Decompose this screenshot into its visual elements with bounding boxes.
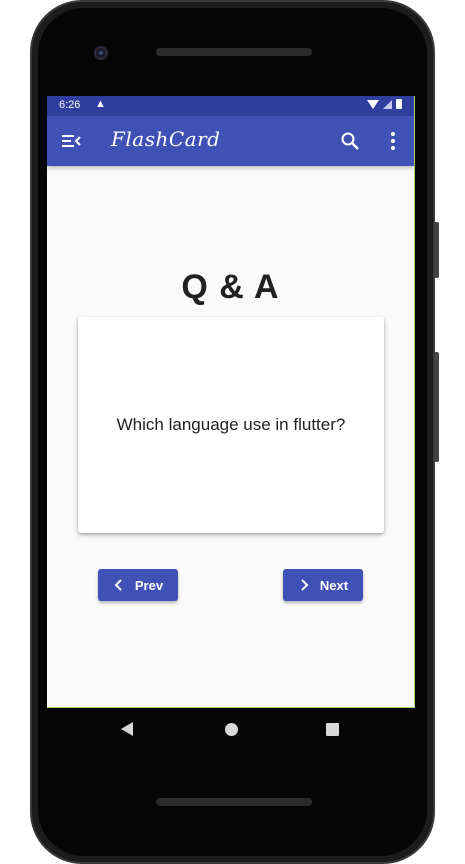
question-text: Which language use in flutter?	[116, 415, 346, 434]
app-bar: FlashCard	[47, 116, 414, 166]
volume-button	[434, 222, 439, 278]
chevron-left-icon	[114, 579, 122, 591]
menu-open-icon[interactable]	[61, 132, 81, 150]
status-bar: 6:26 ▲	[47, 96, 414, 116]
recents-square-icon[interactable]	[326, 723, 339, 736]
power-button	[434, 352, 439, 462]
warning-icon: ▲	[95, 98, 106, 110]
wifi-icon	[367, 99, 379, 109]
app-title: FlashCard	[111, 127, 221, 151]
top-speaker	[156, 48, 312, 56]
next-button[interactable]: Next	[283, 569, 363, 601]
battery-icon	[396, 99, 402, 109]
next-button-label: Next	[319, 577, 349, 593]
signal-icon	[383, 99, 392, 109]
search-icon[interactable]	[340, 131, 360, 151]
prev-button-label: Prev	[134, 577, 164, 593]
status-time: 6:26	[59, 99, 81, 111]
front-camera	[94, 46, 108, 60]
back-triangle-icon[interactable]	[121, 722, 133, 736]
prev-button[interactable]: Prev	[98, 569, 178, 601]
system-nav-bar	[47, 708, 415, 752]
more-vert-icon[interactable]	[386, 131, 400, 151]
page-title: Q & A	[181, 268, 280, 306]
home-circle-icon[interactable]	[225, 723, 238, 736]
flash-card[interactable]: Which language use in flutter?	[78, 317, 384, 533]
status-icons	[367, 99, 402, 109]
bottom-speaker	[156, 798, 312, 806]
chevron-right-icon	[301, 579, 309, 591]
app-screen: 6:26 ▲ FlashCard Q & A Which language us…	[47, 96, 415, 708]
